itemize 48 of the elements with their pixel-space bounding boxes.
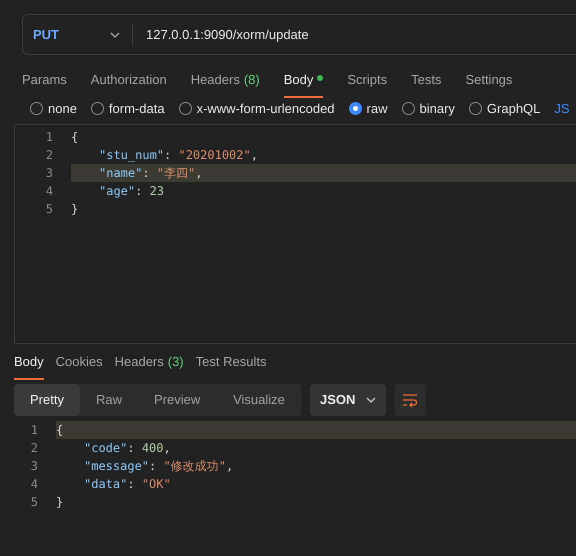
line-number: 4 bbox=[30, 476, 38, 493]
code-line: } bbox=[71, 201, 80, 218]
chevron-down-icon bbox=[110, 32, 120, 38]
body-type-radio[interactable]: form-data bbox=[90, 98, 165, 118]
code-line: "code": 400, bbox=[83, 440, 172, 457]
body-type-radio[interactable]: x-www-form-urlencoded bbox=[178, 98, 335, 118]
wrap-button[interactable] bbox=[394, 384, 426, 416]
request-tab[interactable]: Body bbox=[284, 70, 324, 98]
code-line: "age": 23 bbox=[98, 183, 166, 200]
response-tab[interactable]: Cookies bbox=[56, 352, 103, 380]
request-tab[interactable]: Authorization bbox=[90, 70, 167, 98]
body-type-radio[interactable]: raw bbox=[348, 98, 388, 118]
body-type-radio[interactable]: GraphQL bbox=[468, 98, 540, 118]
code-line: } bbox=[56, 494, 64, 511]
response-tab[interactable]: Body bbox=[14, 352, 44, 380]
body-format-label[interactable]: JS bbox=[554, 98, 570, 118]
request-tab[interactable]: Settings bbox=[465, 70, 512, 98]
code-line: "message": "修改成功", bbox=[83, 458, 234, 475]
request-editor[interactable]: 1 { 2 "stu_num": "20201002", 3 "name": "李四", 4 "age": 23 5 } bbox=[14, 124, 576, 344]
view-mode-tab[interactable]: Visualize bbox=[216, 384, 302, 416]
format-select[interactable]: JSON bbox=[310, 384, 386, 416]
line-number: 2 bbox=[44, 147, 53, 164]
url-field[interactable]: 127.0.0.1:9090/xorm/update bbox=[133, 14, 576, 55]
line-number: 4 bbox=[44, 183, 53, 200]
body-type-radio[interactable]: binary bbox=[402, 98, 455, 118]
chevron-down-icon bbox=[366, 397, 376, 403]
request-tab[interactable]: Params bbox=[22, 70, 67, 98]
code-line: { bbox=[71, 129, 80, 146]
line-number: 3 bbox=[30, 458, 38, 475]
response-tab[interactable]: Test Results bbox=[196, 352, 266, 380]
request-tab[interactable]: Scripts bbox=[347, 70, 388, 98]
body-type-radio[interactable]: none bbox=[30, 98, 77, 118]
response-tab[interactable]: Headers (3) bbox=[114, 352, 184, 380]
line-number: 5 bbox=[44, 201, 53, 218]
text-wrap-icon bbox=[402, 393, 418, 407]
code-line: "data": "OK" bbox=[83, 476, 172, 493]
view-mode-tab[interactable]: Pretty bbox=[14, 384, 80, 416]
line-number: 5 bbox=[30, 494, 38, 511]
line-number: 3 bbox=[44, 165, 53, 182]
request-tab[interactable]: Headers (8) bbox=[190, 70, 260, 98]
code-line: "stu_num": "20201002", bbox=[98, 147, 259, 164]
view-mode-tab[interactable]: Preview bbox=[138, 384, 216, 416]
request-tab[interactable]: Tests bbox=[411, 70, 442, 98]
view-mode-tab[interactable]: Raw bbox=[80, 384, 138, 416]
line-number: 1 bbox=[44, 129, 53, 146]
line-number: 1 bbox=[30, 422, 38, 439]
line-number: 2 bbox=[30, 440, 38, 457]
method-select[interactable]: PUT bbox=[22, 14, 132, 55]
